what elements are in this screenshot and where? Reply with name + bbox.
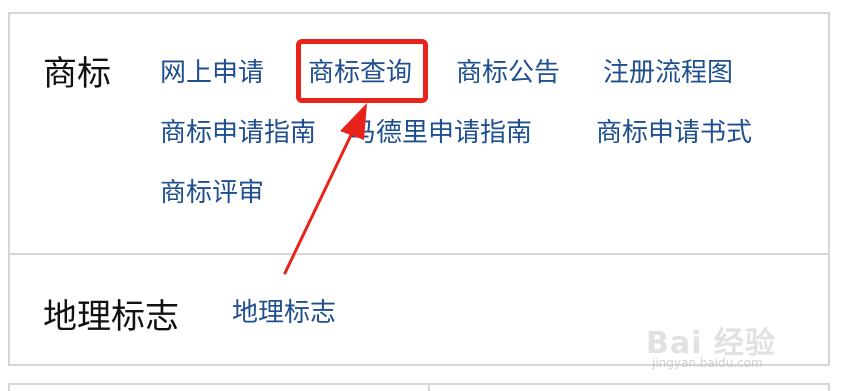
link-registration-flowchart[interactable]: 注册流程图	[603, 60, 733, 86]
watermark-url: jingyan.baidu.com	[652, 356, 763, 370]
section-title-geographical-indication: 地理标志	[43, 297, 179, 337]
link-application-guide[interactable]: 商标申请指南	[160, 120, 316, 146]
link-geographical-indication[interactable]: 地理标志	[232, 300, 336, 326]
highlight-box	[296, 39, 428, 103]
next-panel-divider	[428, 383, 430, 391]
link-madrid-application-guide[interactable]: 马德里申请指南	[350, 120, 532, 146]
baidu-jingyan-watermark: Bai 经验 jingyan.baidu.com	[646, 318, 836, 374]
next-panel-edge	[8, 383, 830, 391]
row-divider	[8, 253, 830, 255]
link-online-application[interactable]: 网上申请	[160, 60, 264, 86]
link-application-forms[interactable]: 商标申请书式	[596, 120, 752, 146]
page-canvas: 商标 网上申请 商标查询 商标公告 注册流程图 商标申请指南 马德里申请指南 商…	[0, 0, 849, 391]
section-title-trademark: 商标	[43, 54, 111, 94]
link-trademark-announcement[interactable]: 商标公告	[456, 60, 560, 86]
link-trademark-review[interactable]: 商标评审	[160, 180, 264, 206]
